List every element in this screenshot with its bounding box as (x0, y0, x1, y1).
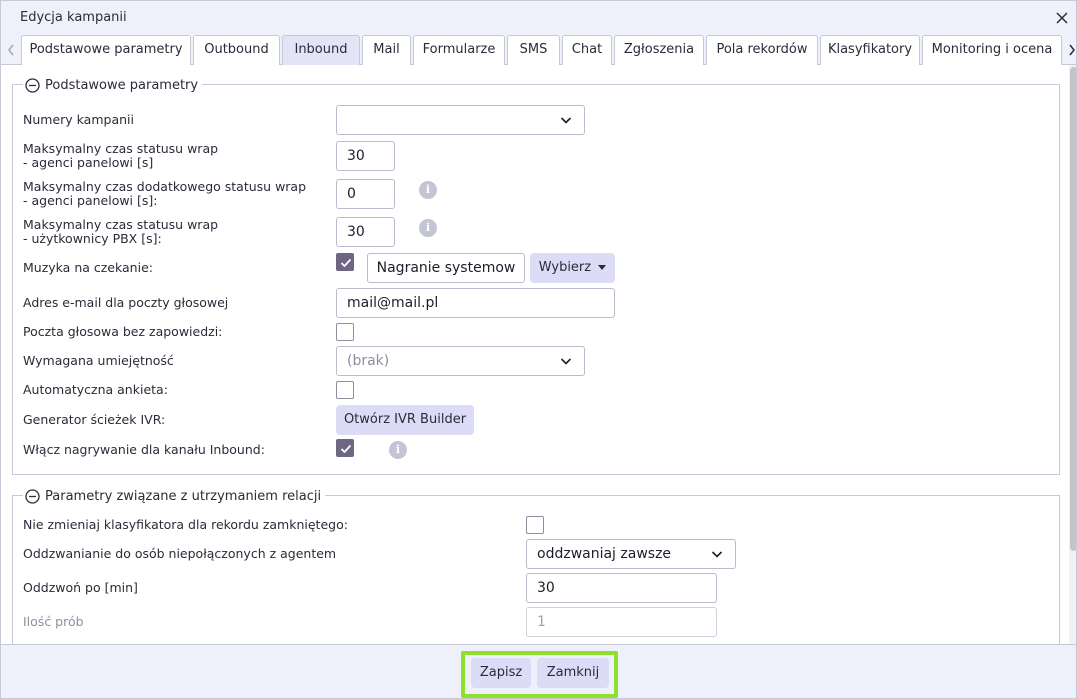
close-icon[interactable] (1052, 8, 1072, 28)
open-ivr-builder-button[interactable]: Otwórz IVR Builder (336, 405, 474, 435)
collapse-minus-icon (25, 488, 40, 504)
checkmark-icon (340, 258, 352, 268)
checkmark-icon (340, 444, 352, 454)
callback-after-label: Oddzwoń po [min] (23, 580, 138, 595)
tab-content: Podstawowe parametry Numery kampanii Mak… (1, 65, 1069, 644)
tab-monitoring-i-ocena[interactable]: Monitoring i ocena (922, 35, 1062, 65)
choose-recording-button[interactable]: Wybierz (530, 253, 615, 283)
wrap-pbx-input[interactable] (336, 217, 395, 247)
callback-mode-label: Oddzwanianie do osób niepołączonych z ag… (23, 546, 337, 561)
voicemail-no-prompt-checkbox[interactable] (336, 323, 354, 341)
callback-mode-select[interactable]: oddzwaniaj zawsze (526, 539, 736, 569)
section-basic-toggle[interactable]: Podstawowe parametry (23, 76, 203, 94)
keep-classifier-label: Nie zmieniaj klasyfikatora dla rekordu z… (23, 517, 348, 532)
chevron-down-icon (560, 358, 572, 365)
tab-podstawowe-parametry[interactable]: Podstawowe parametry (21, 35, 191, 65)
info-icon[interactable]: i (389, 441, 407, 459)
campaign-numbers-select[interactable] (336, 105, 585, 135)
tab-inbound[interactable]: Inbound (282, 35, 360, 65)
hold-music-checkbox[interactable] (336, 253, 354, 271)
auto-survey-label: Automatyczna ankieta: (23, 382, 168, 397)
hold-music-recording: Nagranie systemow (367, 253, 525, 283)
section-relations-toggle[interactable]: Parametry związane z utrzymaniem relacji (23, 487, 326, 505)
save-button[interactable]: Zapisz (471, 658, 531, 688)
keep-classifier-checkbox[interactable] (526, 516, 544, 534)
collapse-minus-icon (25, 77, 40, 93)
inbound-recording-label: Włącz nagrywanie dla kanału Inbound: (23, 442, 265, 457)
voicemail-no-prompt-label: Poczta głosowa bez zapowiedzi: (23, 324, 223, 339)
tab-scroll-right-icon[interactable] (1062, 35, 1076, 64)
tabs: Podstawowe parametry Outbound Inbound Ma… (21, 35, 1064, 65)
ivr-generator-label: Generator ścieżek IVR: (23, 412, 166, 427)
tab-scroll-left-icon[interactable] (1, 35, 21, 64)
hold-music-label: Muzyka na czekanie: (23, 260, 153, 275)
inbound-recording-checkbox[interactable] (336, 439, 354, 457)
section-relations-title: Parametry związane z utrzymaniem relacji (45, 488, 322, 504)
wrap-panel-input[interactable] (336, 141, 395, 171)
tab-bar: Podstawowe parametry Outbound Inbound Ma… (1, 35, 1076, 65)
info-icon[interactable]: i (419, 219, 437, 237)
tab-sms[interactable]: SMS (507, 35, 560, 65)
tab-zgloszenia[interactable]: Zgłoszenia (614, 35, 704, 65)
required-skill-select[interactable]: (brak) (336, 346, 585, 376)
tab-chat[interactable]: Chat (562, 35, 612, 65)
caret-down-icon (598, 264, 607, 270)
voicemail-email-label: Adres e-mail dla poczty głosowej (23, 295, 229, 310)
dialog-title: Edycja kampanii (20, 10, 127, 25)
tab-pola-rekordow[interactable]: Pola rekordów (706, 35, 818, 65)
tab-outbound[interactable]: Outbound (193, 35, 280, 65)
required-skill-label: Wymagana umiejętność (23, 353, 174, 368)
tab-mail[interactable]: Mail (362, 35, 411, 65)
tab-formularze[interactable]: Formularze (413, 35, 505, 65)
wrap-panel-label: Maksymalny czas statusu wrap - agenci pa… (23, 141, 219, 170)
attempts-label: Ilość prób (23, 614, 84, 629)
scrollbar-thumb[interactable] (1070, 67, 1076, 551)
campaign-edit-dialog: Edycja kampanii Podstawowe parametry Out… (0, 0, 1077, 699)
callback-after-input[interactable] (526, 573, 717, 603)
attempts-input[interactable] (526, 607, 717, 637)
tab-klasyfikatory[interactable]: Klasyfikatory (820, 35, 920, 65)
close-button[interactable]: Zamknij (537, 658, 609, 688)
wrap-extra-input[interactable] (336, 179, 395, 209)
auto-survey-checkbox[interactable] (336, 381, 354, 399)
info-icon[interactable]: i (419, 181, 437, 199)
dialog-titlebar: Edycja kampanii (1, 1, 1076, 35)
wrap-pbx-label: Maksymalny czas statusu wrap - użytkowni… (23, 217, 219, 246)
campaign-numbers-label: Numery kampanii (23, 112, 134, 127)
section-basic-title: Podstawowe parametry (45, 77, 199, 93)
wrap-extra-label: Maksymalny czas dodatkowego statusu wrap… (23, 179, 307, 208)
voicemail-email-input[interactable] (336, 288, 615, 318)
dialog-footer: Zapisz Zamknij (1, 644, 1076, 698)
chevron-down-icon (560, 117, 572, 124)
chevron-down-icon (711, 551, 723, 558)
